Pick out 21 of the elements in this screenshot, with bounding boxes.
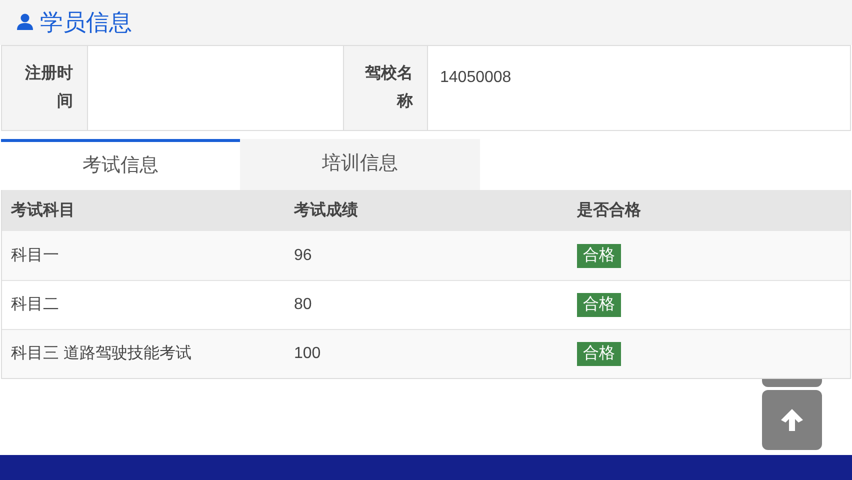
column-header: 考试成绩 (294, 202, 358, 218)
field-label: 注册时间 (24, 63, 73, 112)
user-icon (16, 13, 34, 31)
tab[interactable]: 培训信息 (240, 139, 480, 190)
column-header: 考试科目 (11, 202, 75, 218)
arrow-up-icon (779, 407, 805, 433)
table-cell: 96 (294, 246, 312, 264)
status-badge: 合格 (577, 342, 621, 366)
field-value: 14050008 (440, 68, 512, 88)
status-badge: 合格 (577, 244, 621, 268)
floating-button[interactable] (762, 379, 822, 387)
back-to-top-button[interactable] (762, 390, 822, 450)
table-cell: 科目二 (11, 296, 59, 313)
table-cell: 80 (294, 296, 312, 313)
column-header: 是否合格 (577, 202, 641, 218)
table-cell: 科目三 道路驾驶技能考试 (11, 345, 192, 362)
table-cell: 科目一 (11, 246, 59, 264)
status-badge: 合格 (577, 293, 621, 317)
field-label: 驾校名称 (364, 64, 413, 112)
page-title: 学员信息 (40, 10, 132, 34)
table-cell: 100 (294, 345, 321, 362)
